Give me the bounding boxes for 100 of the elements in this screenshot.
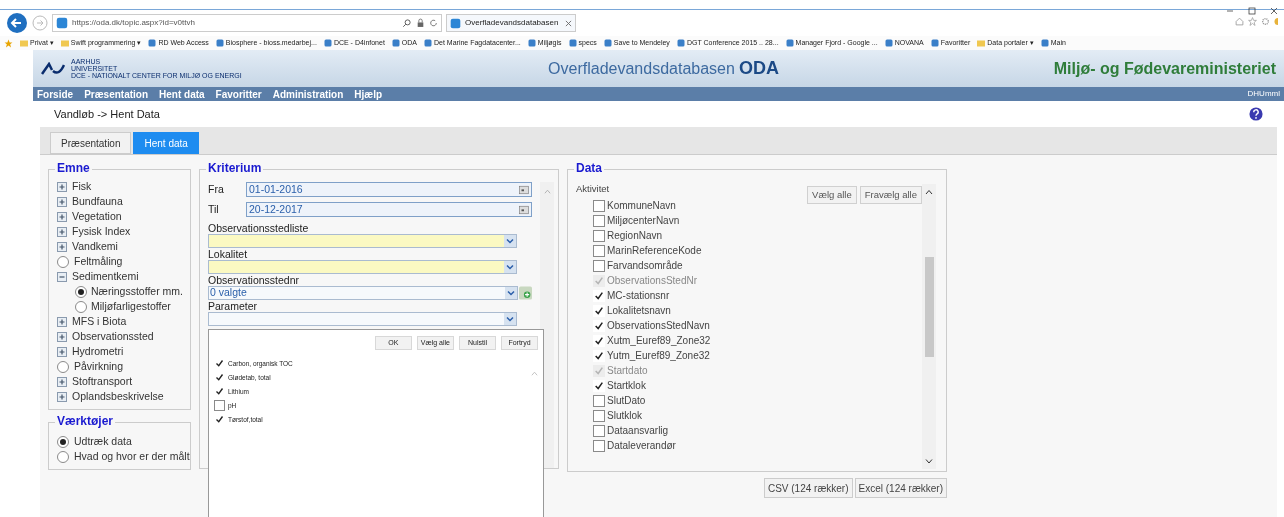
checkbox[interactable]	[593, 334, 605, 347]
expand-icon[interactable]	[57, 226, 67, 237]
column-option[interactable]: KommuneNavn	[607, 198, 676, 213]
topic-item[interactable]: Næringsstoffer mm.	[91, 283, 183, 300]
calendar-icon	[519, 184, 529, 195]
column-option[interactable]: SlutDato	[607, 393, 646, 408]
checkbox[interactable]	[593, 304, 605, 317]
column-option[interactable]: Farvandsområde	[607, 258, 683, 273]
checkbox[interactable]	[214, 400, 225, 411]
expand-icon[interactable]	[57, 241, 67, 252]
column-option[interactable]: Dataleverandør	[607, 438, 676, 453]
expand-icon[interactable]	[57, 346, 67, 357]
collapse-icon[interactable]	[57, 271, 67, 282]
date-label: Til	[208, 202, 220, 217]
topic-item[interactable]: Vandkemi	[72, 238, 118, 255]
column-option[interactable]: MiljøcenterNavn	[607, 213, 680, 228]
checkbox[interactable]	[593, 214, 605, 227]
expand-icon[interactable]	[57, 211, 67, 222]
section-title: Værktøjer	[55, 415, 116, 427]
radio-button[interactable]	[57, 435, 69, 448]
settings-icon	[1261, 16, 1270, 26]
select-button[interactable]: Vælg alle	[807, 186, 857, 204]
checkbox[interactable]	[593, 244, 605, 257]
column-option[interactable]: ObservationsStedNavn	[607, 318, 710, 333]
browser-tab[interactable]: Overfladevandsdatabasen	[446, 14, 576, 32]
column-option[interactable]: Yutm_Euref89_Zone32	[607, 348, 710, 363]
dropdown-field[interactable]	[208, 312, 517, 326]
expand-icon[interactable]	[57, 376, 67, 387]
checkbox[interactable]	[593, 199, 605, 212]
nav-link[interactable]: Forside	[37, 86, 74, 102]
checkbox[interactable]	[593, 319, 605, 332]
nav-link[interactable]: Hent data	[159, 86, 205, 102]
topic-item[interactable]: Miljøfarligestoffer	[91, 298, 171, 315]
radio-button[interactable]	[57, 450, 69, 463]
column-option[interactable]: Lokalitetsnavn	[607, 303, 671, 318]
nav-link[interactable]: Administration	[272, 86, 344, 102]
expand-icon[interactable]	[57, 196, 67, 207]
section-title: Emne	[55, 162, 92, 174]
date-field[interactable]: 01-01-2016	[246, 182, 532, 197]
scrollbar[interactable]	[922, 184, 936, 469]
column-option[interactable]: Startklok	[607, 378, 646, 393]
expand-icon[interactable]	[57, 181, 67, 192]
date-field[interactable]: 20-12-2017	[246, 202, 532, 217]
topic-item[interactable]: Stoftransport	[72, 373, 133, 390]
radio-button[interactable]	[75, 300, 87, 313]
page-icon	[215, 39, 224, 47]
column-option[interactable]: MC-stationsnr	[607, 288, 670, 303]
scroll-thumb[interactable]	[924, 256, 934, 357]
nav-link[interactable]: Favoritter	[215, 86, 262, 102]
field-label: Observationsstedliste	[208, 222, 310, 234]
nav-link[interactable]: Præsentation	[84, 86, 149, 102]
column-option[interactable]: MarinReferenceKode	[607, 243, 702, 258]
nav-link[interactable]: Hjælp	[354, 86, 383, 102]
breadcrumb: Vandløb -> Hent Data	[54, 106, 160, 122]
tool-option[interactable]: Udtræk data	[74, 433, 132, 450]
address-bar[interactable]: https://oda.dk/topic.aspx?id=v0ttvh	[52, 14, 442, 32]
topic-item[interactable]: Fisk	[72, 178, 92, 195]
topic-item[interactable]: MFS i Biota	[72, 313, 127, 330]
tool-option[interactable]: Hvad og hvor er der målt	[74, 448, 190, 465]
checkbox[interactable]	[593, 439, 605, 452]
dropdown-field[interactable]: 0 valgte	[208, 286, 518, 300]
checkbox[interactable]	[593, 229, 605, 242]
dropdown-field[interactable]	[208, 234, 517, 248]
topic-item[interactable]: Påvirkning	[74, 358, 124, 375]
radio-button[interactable]	[57, 255, 69, 268]
column-option[interactable]: Dataansvarlig	[607, 423, 669, 438]
radio-button[interactable]	[57, 360, 69, 373]
topic-item[interactable]: Fysisk Index	[72, 223, 131, 240]
topic-item[interactable]: Vegetation	[72, 208, 122, 225]
page-icon	[603, 39, 612, 47]
page-icon	[391, 39, 400, 47]
topic-item[interactable]: Bundfauna	[72, 193, 123, 210]
expand-icon[interactable]	[57, 331, 67, 342]
scroll-up-icon	[530, 370, 539, 377]
checkbox[interactable]	[593, 394, 605, 407]
topic-item[interactable]: Sedimentkemi	[72, 268, 139, 285]
expand-icon[interactable]	[57, 391, 67, 402]
topic-item[interactable]: Feltmåling	[74, 253, 123, 270]
column-option[interactable]: Xutm_Euref89_Zone32	[607, 333, 711, 348]
checkbox[interactable]	[593, 289, 605, 302]
checkbox[interactable]	[593, 409, 605, 422]
topic-item[interactable]: Oplandsbeskrivelse	[72, 388, 164, 405]
column-option[interactable]: RegionNavn	[607, 228, 663, 243]
tab[interactable]: Præsentation	[50, 132, 132, 154]
topic-item[interactable]: Hydrometri	[72, 343, 124, 360]
expand-icon[interactable]	[57, 316, 67, 327]
checkbox[interactable]	[593, 349, 605, 362]
checkbox[interactable]	[593, 424, 605, 437]
topic-item[interactable]: Observationssted	[72, 328, 154, 345]
export-button[interactable]: CSV (124 rækker)	[763, 478, 853, 498]
radio-button[interactable]	[75, 285, 87, 298]
dropdown-field[interactable]	[208, 260, 517, 274]
field-label: Parameter	[208, 300, 259, 312]
export-button[interactable]: Excel (124 rækker)	[854, 478, 947, 498]
checkbox[interactable]	[593, 379, 605, 392]
checkbox[interactable]	[593, 259, 605, 272]
column-option[interactable]: Slutklok	[607, 408, 642, 423]
select-button[interactable]: Fravælg alle	[859, 186, 922, 204]
close-icon	[1270, 6, 1278, 15]
page-icon	[785, 39, 794, 47]
